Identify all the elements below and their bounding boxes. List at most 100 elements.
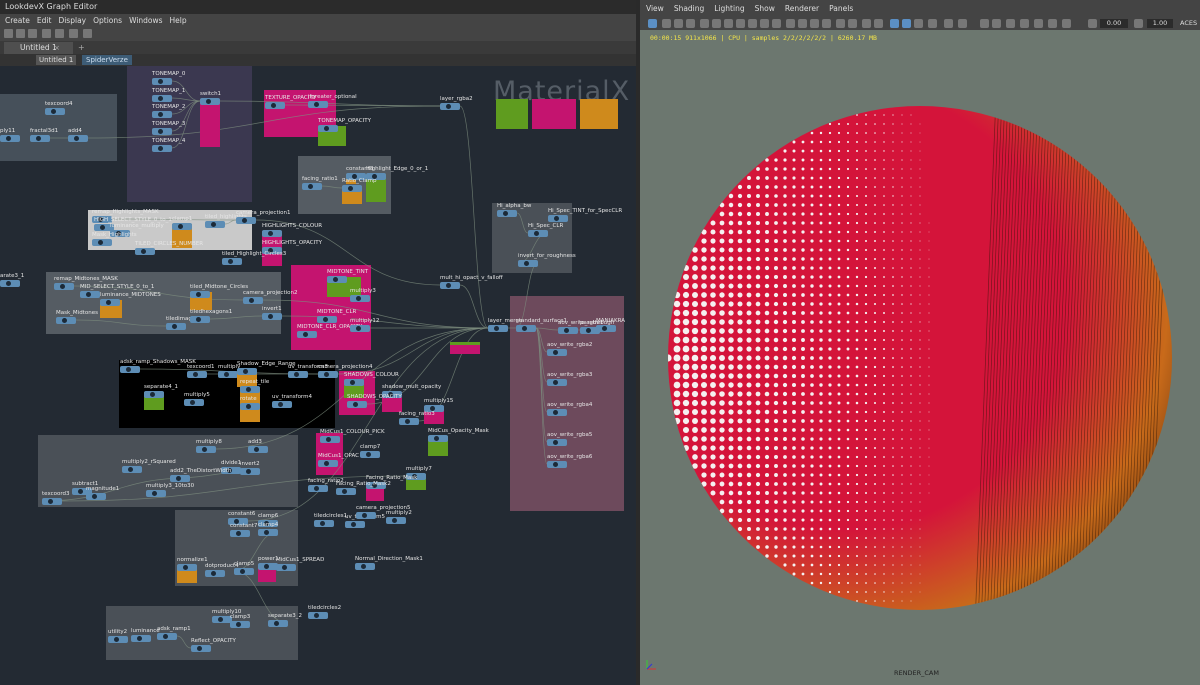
graph-node[interactable]	[205, 221, 225, 228]
color-space-label[interactable]: ACES	[1180, 19, 1197, 28]
graph-node[interactable]	[272, 401, 292, 408]
graph-node[interactable]	[240, 403, 260, 410]
graph-node[interactable]	[68, 135, 88, 142]
node-graph-canvas[interactable]: MaterialX texcoord4 ply11 fractal3d1 add4 TO…	[0, 66, 636, 685]
graph-node[interactable]	[347, 401, 367, 408]
menu-display[interactable]: Display	[58, 14, 86, 27]
render-globe-icon[interactable]	[1006, 19, 1015, 28]
graph-node[interactable]	[558, 327, 578, 334]
close-icon[interactable]: ×	[54, 42, 60, 54]
graph-node[interactable]	[212, 616, 232, 623]
light-sphere-icon[interactable]	[980, 19, 989, 28]
graph-node[interactable]	[56, 317, 76, 324]
graph-node[interactable]	[318, 125, 338, 132]
exposure-field[interactable]: 0.00	[1100, 19, 1128, 28]
graph-node[interactable]	[237, 368, 257, 375]
grid-icon[interactable]	[700, 19, 709, 28]
graph-node[interactable]	[356, 512, 376, 519]
graph-node[interactable]	[157, 633, 177, 640]
graph-node[interactable]	[547, 349, 567, 356]
graph-node[interactable]	[258, 563, 278, 570]
graph-node[interactable]	[191, 645, 211, 652]
gamma-icon[interactable]	[1134, 19, 1143, 28]
textured-icon[interactable]	[822, 19, 831, 28]
graph-node[interactable]	[428, 435, 448, 442]
graph-node[interactable]	[596, 325, 616, 332]
graph-node[interactable]	[196, 446, 216, 453]
graph-clear-icon[interactable]	[69, 29, 78, 38]
graph-node[interactable]	[548, 215, 568, 222]
graph-node[interactable]	[80, 291, 100, 298]
render-settings-icon[interactable]	[1062, 19, 1071, 28]
graph-node[interactable]	[177, 564, 197, 571]
xray-components-icon[interactable]	[928, 19, 937, 28]
xray-joints-icon[interactable]	[914, 19, 923, 28]
film-gate-icon[interactable]	[712, 19, 721, 28]
graph-node[interactable]	[0, 135, 20, 142]
graph-node[interactable]	[276, 564, 296, 571]
graph-node[interactable]	[308, 485, 328, 492]
graph-node[interactable]	[262, 230, 282, 237]
xray-icon[interactable]	[902, 19, 911, 28]
graph-node[interactable]	[268, 620, 288, 627]
graph-node[interactable]	[240, 386, 260, 393]
menu-panels[interactable]: Panels	[829, 0, 853, 17]
gamma-field[interactable]: 1.00	[1147, 19, 1173, 28]
graph-node[interactable]	[516, 325, 536, 332]
breadcrumb-item-spiderverze[interactable]: SpiderVerze	[82, 55, 132, 65]
graph-node[interactable]	[30, 135, 50, 142]
graph-grid-icon[interactable]	[42, 29, 51, 38]
menu-shading[interactable]: Shading	[674, 0, 704, 17]
tab-untitled[interactable]: Untitled 1	[4, 42, 73, 54]
graph-node[interactable]	[308, 101, 328, 108]
ambient-occlusion-icon[interactable]	[862, 19, 871, 28]
exposure-icon[interactable]	[1088, 19, 1097, 28]
graph-node[interactable]	[317, 316, 337, 323]
graph-node[interactable]	[144, 391, 164, 398]
graph-node[interactable]	[327, 276, 347, 283]
add-tab-icon[interactable]: +	[78, 42, 85, 54]
display-mode-icon[interactable]	[944, 19, 953, 28]
field-chart-icon[interactable]	[748, 19, 757, 28]
graph-node[interactable]	[45, 108, 65, 115]
graph-node[interactable]	[92, 239, 112, 246]
menu-renderer[interactable]: Renderer	[785, 0, 819, 17]
graph-node[interactable]	[172, 223, 192, 230]
graph-node[interactable]	[152, 128, 172, 135]
menu-create[interactable]: Create	[5, 14, 30, 27]
graph-node[interactable]	[152, 145, 172, 152]
gate-mask-icon[interactable]	[736, 19, 745, 28]
graph-node[interactable]	[547, 409, 567, 416]
shadows-icon[interactable]	[848, 19, 857, 28]
graph-node[interactable]	[262, 313, 282, 320]
graph-node[interactable]	[360, 451, 380, 458]
camera-attributes-icon[interactable]	[662, 19, 671, 28]
graph-node[interactable]	[308, 612, 328, 619]
graph-node[interactable]	[222, 258, 242, 265]
graph-node[interactable]	[86, 493, 106, 500]
graph-node[interactable]	[297, 331, 317, 338]
graph-list-icon[interactable]	[55, 29, 64, 38]
resolution-gate-icon[interactable]	[724, 19, 733, 28]
menu-lighting[interactable]: Lighting	[714, 0, 744, 17]
graph-node[interactable]	[288, 371, 308, 378]
motion-blur-icon[interactable]	[874, 19, 883, 28]
graph-node[interactable]	[146, 490, 166, 497]
light-dome-icon[interactable]	[992, 19, 1001, 28]
menu-windows[interactable]: Windows	[129, 14, 162, 27]
isolate-select-icon[interactable]	[890, 19, 899, 28]
select-camera-icon[interactable]	[648, 19, 657, 28]
smooth-shade-icon[interactable]	[798, 19, 807, 28]
graph-frame-icon[interactable]	[16, 29, 25, 38]
safe-action-icon[interactable]	[760, 19, 769, 28]
graph-node[interactable]	[0, 280, 20, 287]
graph-node[interactable]	[314, 520, 334, 527]
graph-node[interactable]	[258, 529, 278, 536]
graph-node[interactable]	[243, 297, 263, 304]
graph-node[interactable]	[528, 230, 548, 237]
graph-home-icon[interactable]	[4, 29, 13, 38]
graph-node[interactable]	[135, 248, 155, 255]
graph-node[interactable]	[205, 570, 225, 577]
graph-node[interactable]	[518, 260, 538, 267]
graph-node[interactable]	[265, 102, 285, 109]
